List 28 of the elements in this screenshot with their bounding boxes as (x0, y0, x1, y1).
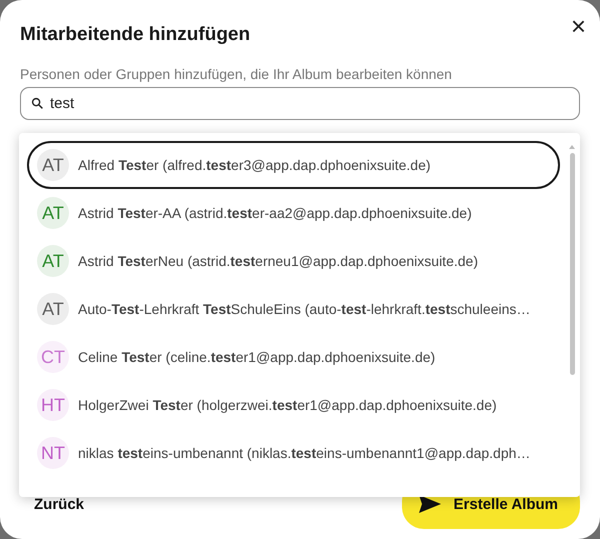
suggestion-item[interactable]: AT Auto-Test-Lehrkraft TestSchuleEins (auto-test-lehrkraft.testschuleeins… (27, 285, 560, 333)
search-icon (31, 97, 44, 110)
avatar: AT (37, 293, 69, 325)
suggestion-label: Astrid TesterNeu (astrid.testerneu1@app.dap.dphoenixsuite.de) (78, 253, 478, 269)
suggestion-label: Astrid Tester-AA (astrid.tester-aa2@app.dap.dphoenixsuite.de) (78, 205, 472, 221)
suggestion-item[interactable]: CT Celine Tester (celine.tester1@app.dap.dphoenixsuite.de) (27, 333, 560, 381)
suggestion-label: Alfred Tester (alfred.tester3@app.dap.dphoenixsuite.de) (78, 157, 431, 173)
avatar: HT (37, 389, 69, 421)
back-button[interactable]: Zurück (34, 489, 84, 519)
avatar: AT (37, 245, 69, 277)
dialog-title: Mitarbeitende hinzufügen (20, 24, 250, 46)
avatar: AT (37, 149, 69, 181)
close-button[interactable]: × (568, 16, 588, 36)
suggestion-item[interactable]: AT Astrid TesterNeu (astrid.testerneu1@app.dap.dphoenixsuite.de) (27, 237, 560, 285)
suggestion-item[interactable]: HT HolgerZwei Tester (holgerzwei.tester1@app.dap.dphoenixsuite.de) (27, 381, 560, 429)
suggestion-label: HolgerZwei Tester (holgerzwei.tester1@app.dap.dphoenixsuite.de) (78, 397, 497, 413)
suggestion-item[interactable]: NT niklas testeins-umbenannt (niklas.testeins-umbenannt1@app.dap.dph… (27, 429, 560, 477)
avatar: AT (37, 197, 69, 229)
avatar: CT (37, 341, 69, 373)
suggestion-label: Auto-Test-Lehrkraft TestSchuleEins (auto-test-lehrkraft.testschuleeins… (78, 301, 530, 317)
avatar: NT (37, 437, 69, 469)
suggestion-item[interactable]: AT Astrid Tester-AA (astrid.tester-aa2@app.dap.dphoenixsuite.de) (27, 189, 560, 237)
suggestion-item[interactable]: AT Alfred Tester (alfred.tester3@app.dap.dphoenixsuite.de) (27, 141, 560, 189)
suggestion-label: niklas testeins-umbenannt (niklas.testeins-umbenannt1@app.dap.dph… (78, 445, 530, 461)
suggestion-label: Celine Tester (celine.tester1@app.dap.dphoenixsuite.de) (78, 349, 436, 365)
send-icon (418, 494, 442, 514)
search-field[interactable]: test (20, 87, 580, 120)
subtitle: Personen oder Gruppen hinzufügen, die Ihr Album bearbeiten können (20, 66, 453, 82)
